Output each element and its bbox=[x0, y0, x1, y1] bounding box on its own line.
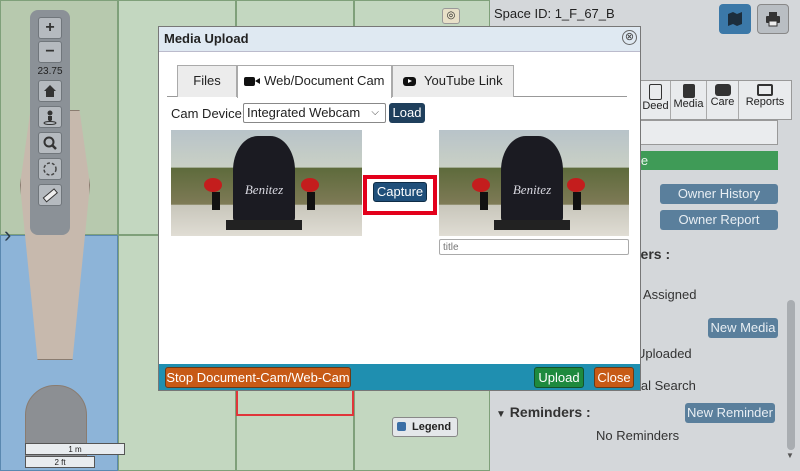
dialog-close-icon[interactable]: ⊗ bbox=[622, 30, 637, 45]
scale-bar-imperial: 2 ft bbox=[25, 456, 95, 468]
map-toolbar: + − 23.75 bbox=[30, 10, 70, 235]
home-button[interactable] bbox=[38, 80, 62, 102]
document-icon bbox=[649, 84, 662, 100]
caret-down-icon: ▼ bbox=[496, 409, 506, 420]
ruler-icon bbox=[42, 188, 58, 203]
zoom-search-button[interactable] bbox=[38, 132, 62, 154]
flowers bbox=[301, 178, 319, 192]
dialog-footer: Stop Document-Cam/Web-Cam Upload Close bbox=[159, 364, 640, 390]
headstone-shape bbox=[233, 136, 295, 222]
tab-webcam[interactable]: Web/Document Cam bbox=[237, 65, 392, 98]
new-media-button[interactable]: New Media bbox=[708, 318, 778, 338]
headstone-base bbox=[494, 220, 570, 230]
person-pin-icon bbox=[43, 110, 57, 125]
tab-label: Deed bbox=[642, 100, 669, 112]
dialog-title: Media Upload bbox=[164, 31, 249, 46]
rotate-360-button[interactable] bbox=[38, 158, 62, 180]
media-tabs: Files Web/Document Cam YouTube Link bbox=[167, 65, 627, 98]
space-id: Space ID: 1_F_67_B bbox=[494, 6, 615, 21]
magnifier-icon bbox=[43, 136, 57, 150]
zoom-level: 23.75 bbox=[37, 66, 63, 77]
legend-label: Legend bbox=[412, 421, 452, 433]
captured-image: Benitez bbox=[439, 130, 629, 236]
tab-media[interactable]: Media bbox=[671, 81, 707, 119]
close-button[interactable]: Close bbox=[594, 367, 634, 388]
cam-device-select[interactable]: Integrated Webcam ⌵ bbox=[243, 103, 386, 123]
tab-files[interactable]: Files bbox=[177, 65, 237, 97]
zoom-in-button[interactable]: + bbox=[38, 17, 62, 39]
print-button[interactable] bbox=[757, 4, 789, 34]
media-upload-dialog: Media Upload ⊗ Files Web/Document Cam Yo… bbox=[158, 26, 641, 391]
reminders-heading[interactable]: ▼ Reminders : bbox=[496, 404, 591, 420]
uploaded-text: Uploaded bbox=[636, 346, 692, 361]
tab-label: Care bbox=[710, 96, 735, 108]
scroll-down-icon[interactable]: ▼ bbox=[786, 451, 794, 460]
locate-button[interactable] bbox=[38, 106, 62, 128]
new-reminder-button[interactable]: New Reminder bbox=[685, 403, 775, 423]
flowers bbox=[204, 178, 222, 192]
map-icon bbox=[728, 12, 742, 26]
vase bbox=[480, 192, 488, 210]
headstone-shape bbox=[501, 136, 563, 222]
tab-reports[interactable]: Reports bbox=[739, 81, 791, 119]
printer-icon bbox=[766, 12, 780, 27]
flowers bbox=[567, 178, 585, 192]
panel-scrollbar[interactable] bbox=[787, 300, 795, 450]
tab-label: Media bbox=[673, 98, 704, 110]
tab-webcam-label: Web/Document Cam bbox=[264, 73, 385, 88]
upload-button[interactable]: Upload bbox=[534, 367, 584, 388]
headstone-base bbox=[226, 220, 302, 230]
vase bbox=[307, 192, 315, 210]
title-input[interactable] bbox=[439, 239, 629, 255]
rotate-360-icon bbox=[43, 162, 57, 176]
owner-report-button[interactable]: Owner Report bbox=[660, 210, 778, 230]
scale-bar-metric: 1 m bbox=[25, 443, 125, 455]
flowers bbox=[472, 178, 490, 192]
measure-button[interactable] bbox=[38, 184, 62, 206]
engraving-text: Benitez bbox=[244, 182, 284, 197]
tab-care[interactable]: Care bbox=[707, 81, 739, 119]
stop-webcam-button[interactable]: Stop Document-Cam/Web-Cam bbox=[165, 367, 351, 388]
webcam-preview: Benitez bbox=[171, 130, 362, 236]
tools-icon bbox=[714, 84, 731, 96]
home-icon bbox=[44, 85, 56, 97]
selected-plot[interactable] bbox=[236, 388, 354, 416]
notes-field[interactable] bbox=[630, 120, 778, 145]
engraving-text: Benitez bbox=[512, 182, 552, 197]
map-marker-icon[interactable]: ◎ bbox=[442, 8, 460, 24]
load-button[interactable]: Load bbox=[389, 103, 425, 123]
panel-tabs: Deed Media Care Reports bbox=[640, 80, 792, 120]
video-camera-icon bbox=[244, 77, 261, 86]
map-view-button[interactable] bbox=[719, 4, 751, 34]
reminders-label: Reminders : bbox=[509, 404, 591, 420]
tab-youtube-label: YouTube Link bbox=[424, 73, 503, 88]
dialog-header: Media Upload ⊗ bbox=[159, 27, 640, 52]
legend-icon bbox=[397, 422, 406, 431]
legend-button[interactable]: Legend bbox=[392, 417, 458, 437]
cam-device-label: Cam Device: bbox=[171, 106, 246, 121]
tab-youtube[interactable]: YouTube Link bbox=[392, 65, 514, 97]
owner-history-button[interactable]: Owner History bbox=[660, 184, 778, 204]
update-button[interactable]: ate bbox=[630, 151, 778, 170]
list-icon bbox=[757, 84, 773, 96]
no-reminders-text: No Reminders bbox=[596, 428, 680, 443]
expand-chevron-icon[interactable]: › bbox=[4, 222, 11, 248]
vase bbox=[212, 192, 220, 210]
zoom-out-button[interactable]: − bbox=[38, 41, 62, 63]
chevron-down-icon: ⌵ bbox=[371, 107, 379, 118]
capture-button[interactable]: Capture bbox=[373, 182, 427, 202]
tab-deed[interactable]: Deed bbox=[641, 81, 671, 119]
tab-label: Reports bbox=[745, 96, 785, 108]
image-icon bbox=[682, 84, 695, 98]
search-text: ial Search bbox=[638, 378, 696, 393]
youtube-icon bbox=[403, 77, 417, 86]
vase bbox=[573, 192, 581, 210]
cam-device-value: Integrated Webcam bbox=[247, 105, 361, 120]
